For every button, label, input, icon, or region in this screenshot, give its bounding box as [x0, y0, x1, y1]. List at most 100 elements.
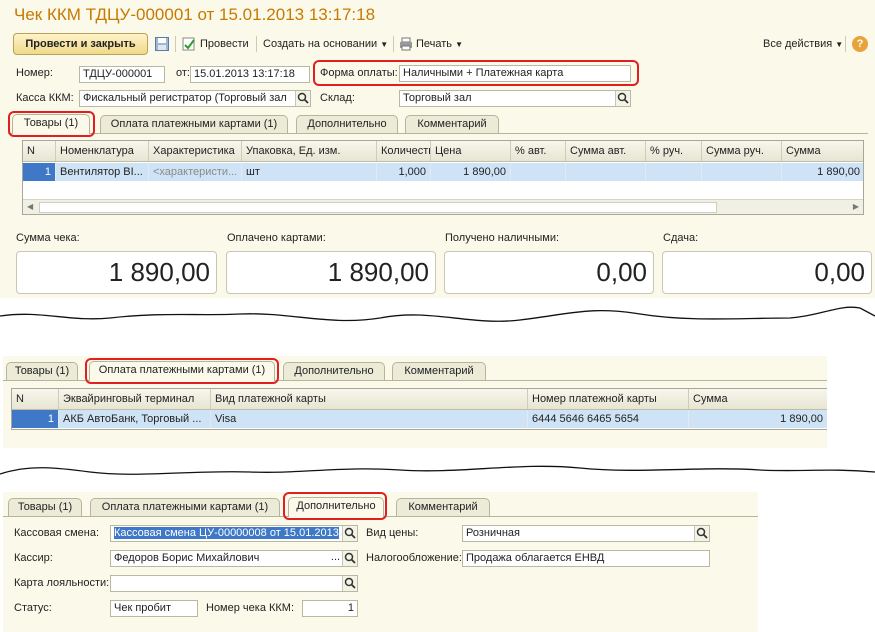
- cashier-value: Федоров Борис Михайлович: [114, 552, 260, 564]
- dropdown-arrow-icon: ▼: [455, 40, 464, 49]
- cashier-label: Кассир:: [14, 552, 53, 564]
- ellipsis-icon[interactable]: ...: [329, 551, 342, 566]
- tab-goods[interactable]: Товары (1): [6, 362, 78, 380]
- toolbar-separator: [256, 36, 257, 52]
- search-icon[interactable]: [615, 91, 630, 106]
- table-row[interactable]: 1 АКБ АвтоБанк, Торговый ... Visa 6444 5…: [12, 410, 827, 428]
- cell-card-type: Visa: [211, 410, 528, 428]
- column-header[interactable]: N: [12, 389, 59, 409]
- status-field: Чек пробит: [110, 600, 198, 617]
- taxation-label: Налогообложение:: [366, 552, 462, 564]
- cash-shift-field[interactable]: Кассовая смена ЦУ-00000008 от 15.01.2013: [110, 525, 358, 542]
- warehouse-value: Торговый зал: [403, 92, 472, 104]
- scroll-right-icon[interactable]: ▶: [853, 200, 859, 213]
- column-header[interactable]: Сумма: [782, 141, 863, 161]
- column-header[interactable]: Характеристика: [149, 141, 242, 161]
- goods-table[interactable]: N Номенклатура Характеристика Упаковка, …: [22, 140, 864, 215]
- check-number-field: 1: [302, 600, 358, 617]
- goods-table-header: N Номенклатура Характеристика Упаковка, …: [23, 141, 863, 162]
- post-button[interactable]: Провести: [200, 34, 249, 54]
- all-actions-label: Все действия: [763, 38, 833, 50]
- search-icon[interactable]: [694, 526, 709, 541]
- cell-auto-sum: [566, 163, 646, 181]
- cash-shift-label: Кассовая смена:: [14, 527, 100, 539]
- column-header[interactable]: Вид платежной карты: [211, 389, 528, 409]
- search-icon[interactable]: [342, 576, 357, 591]
- tab-additional[interactable]: Дополнительно: [296, 115, 398, 133]
- column-header[interactable]: Эквайринговый терминал: [59, 389, 211, 409]
- all-actions-button[interactable]: Все действия ▼: [763, 34, 843, 54]
- column-header[interactable]: % авт.: [511, 141, 566, 161]
- scroll-left-icon[interactable]: ◀: [27, 200, 33, 213]
- tab-comment[interactable]: Комментарий: [396, 498, 490, 516]
- tab-comment[interactable]: Комментарий: [392, 362, 486, 380]
- cell-sum: 1 890,00: [689, 410, 827, 428]
- date-field[interactable]: 15.01.2013 13:17:18: [190, 66, 310, 83]
- table-row[interactable]: 1 Вентилятор BI... <характеристи... шт 1…: [23, 163, 863, 181]
- search-icon[interactable]: [295, 91, 310, 106]
- print-label: Печать: [416, 38, 453, 50]
- status-label: Статус:: [14, 602, 52, 614]
- change-label: Сдача:: [663, 232, 699, 244]
- column-header[interactable]: Номенклатура: [56, 141, 149, 161]
- printer-icon: [399, 37, 413, 51]
- column-header[interactable]: N: [23, 141, 56, 161]
- warehouse-label: Склад:: [320, 92, 355, 104]
- cell-n: 1: [23, 163, 56, 181]
- column-header[interactable]: Упаковка, Ед. изм.: [242, 141, 377, 161]
- cashier-field[interactable]: Федоров Борис Михайлович: [110, 550, 358, 567]
- column-header[interactable]: Цена: [431, 141, 511, 161]
- cell-characteristic: <характеристи...: [149, 163, 242, 181]
- check-sum-label: Сумма чека:: [16, 232, 80, 244]
- check-sum-value: 1 890,00: [16, 251, 217, 294]
- price-type-value: Розничная: [466, 527, 520, 539]
- toolbar-separator: [175, 36, 176, 52]
- tab-additional[interactable]: Дополнительно: [283, 362, 385, 380]
- column-header[interactable]: % руч.: [646, 141, 702, 161]
- search-icon[interactable]: [342, 551, 357, 566]
- warehouse-field[interactable]: Торговый зал: [399, 90, 631, 107]
- cashbox-label: Касса ККМ:: [16, 92, 74, 104]
- torn-edge-divider: [0, 306, 875, 322]
- toolbar-separator: [393, 36, 394, 52]
- cell-terminal: АКБ АвтоБанк, Торговый ...: [59, 410, 211, 428]
- dropdown-arrow-icon: ▼: [835, 40, 844, 49]
- payment-form-field[interactable]: Наличными + Платежная карта: [399, 65, 631, 82]
- card-payments-table[interactable]: N Эквайринговый терминал Вид платежной к…: [11, 388, 827, 430]
- save-icon[interactable]: [155, 37, 169, 51]
- cell-quantity: 1,000: [377, 163, 431, 181]
- create-based-on-button[interactable]: Создать на основании ▼: [263, 34, 388, 54]
- cell-n: 1: [12, 410, 59, 428]
- cash-received-label: Получено наличными:: [445, 232, 560, 244]
- date-label: от:: [176, 67, 190, 79]
- column-header[interactable]: Сумма авт.: [566, 141, 646, 161]
- loyalty-card-field[interactable]: [110, 575, 358, 592]
- number-field[interactable]: ТДЦУ-000001: [79, 66, 165, 83]
- cell-sum: 1 890,00: [782, 163, 863, 181]
- column-header[interactable]: Количество: [377, 141, 431, 161]
- dropdown-arrow-icon: ▼: [380, 40, 389, 49]
- help-button[interactable]: ?: [852, 36, 868, 52]
- print-button[interactable]: Печать ▼: [416, 34, 463, 54]
- check-number-label: Номер чека ККМ:: [206, 602, 295, 614]
- payment-form-label: Форма оплаты:: [320, 67, 398, 79]
- tab-card-payments[interactable]: Оплата платежными картами (1): [100, 115, 288, 133]
- tab-card-payments[interactable]: Оплата платежными картами (1): [90, 498, 280, 516]
- window-title: Чек ККМ ТДЦУ-000001 от 15.01.2013 13:17:…: [14, 5, 376, 24]
- cell-manual-pct: [646, 163, 702, 181]
- price-type-field[interactable]: Розничная: [462, 525, 710, 542]
- column-header[interactable]: Номер платежной карты: [528, 389, 689, 409]
- tab-comment[interactable]: Комментарий: [405, 115, 499, 133]
- cashbox-field[interactable]: Фискальный регистратор (Торговый зал: [79, 90, 311, 107]
- scroll-thumb[interactable]: [39, 202, 717, 213]
- post-and-close-button[interactable]: Провести и закрыть: [13, 33, 148, 55]
- tab-goods[interactable]: Товары (1): [8, 498, 82, 516]
- horizontal-scrollbar[interactable]: ◀ ▶: [23, 199, 863, 214]
- cashbox-value: Фискальный регистратор (Торговый зал: [83, 92, 287, 104]
- paid-by-cards-value: 1 890,00: [226, 251, 436, 294]
- column-header[interactable]: Сумма руч.: [702, 141, 782, 161]
- toolbar-separator: [845, 36, 846, 52]
- column-header[interactable]: Сумма: [689, 389, 827, 409]
- search-icon[interactable]: [342, 526, 357, 541]
- price-type-label: Вид цены:: [366, 527, 419, 539]
